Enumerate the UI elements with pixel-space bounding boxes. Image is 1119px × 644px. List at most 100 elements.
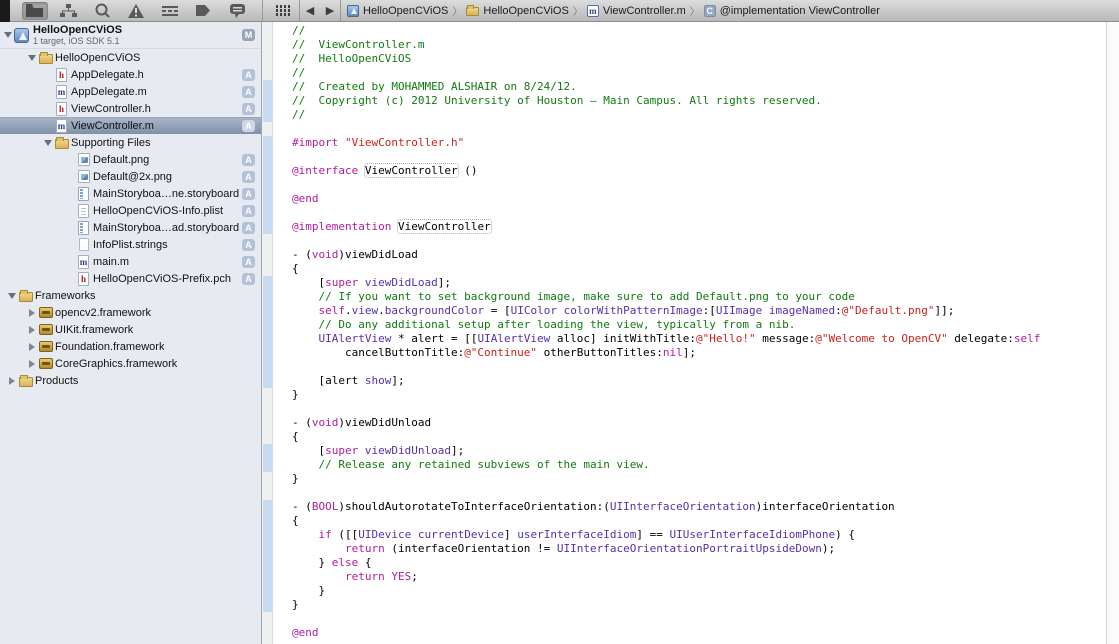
group-row[interactable]: Frameworks bbox=[0, 287, 261, 304]
disclosure-triangle[interactable] bbox=[26, 343, 37, 351]
code-line: if ([[UIDevice currentDevice] userInterf… bbox=[292, 528, 1106, 542]
file-row[interactable]: hAppDelegate.hA bbox=[0, 66, 261, 83]
breadcrumb-item[interactable]: HelloOpenCViOS bbox=[466, 5, 568, 17]
symbol-navigator-icon[interactable] bbox=[56, 2, 82, 20]
jump-bar: ◀ ▶ HelloOpenCViOS〉HelloOpenCViOS〉mViewC… bbox=[263, 0, 1119, 21]
source-editor[interactable]: // // ViewController.m// HelloOpenCViOS //… bbox=[262, 22, 1119, 644]
file-storyboard-icon bbox=[75, 187, 92, 201]
debug-navigator-icon[interactable] bbox=[157, 2, 183, 20]
file-label: HelloOpenCViOS-Prefix.pch bbox=[93, 273, 231, 285]
file-label: UIKit.framework bbox=[55, 324, 133, 336]
framework-icon bbox=[37, 324, 54, 335]
file-row[interactable]: hHelloOpenCViOS-Prefix.pchA bbox=[0, 270, 261, 287]
file-label: CoreGraphics.framework bbox=[55, 358, 177, 370]
breadcrumb-item[interactable]: HelloOpenCViOS bbox=[347, 5, 448, 17]
scm-status-badge: A bbox=[242, 222, 255, 234]
breakpoint-navigator-icon[interactable] bbox=[190, 2, 216, 20]
file-plist-icon bbox=[75, 204, 92, 218]
code-line: return YES; bbox=[292, 570, 1106, 584]
file-row[interactable]: hViewController.hA bbox=[0, 100, 261, 117]
file-label: InfoPlist.strings bbox=[93, 239, 168, 251]
issue-navigator-icon[interactable] bbox=[123, 2, 149, 20]
code-line: #import "ViewController.h" bbox=[292, 136, 1106, 150]
back-button[interactable]: ◀ bbox=[300, 2, 320, 20]
framework-icon bbox=[37, 307, 54, 318]
code-line: - (BOOL)shouldAutorotateToInterfaceOrien… bbox=[292, 500, 1106, 514]
project-navigator-icon[interactable] bbox=[22, 2, 48, 20]
project-row[interactable]: HelloOpenCViOS 1 target, iOS SDK 5.1 M bbox=[0, 22, 261, 49]
code-line: // bbox=[292, 66, 1106, 80]
file-png-icon bbox=[75, 170, 92, 183]
disclosure-triangle[interactable] bbox=[42, 140, 53, 146]
code-line: [alert show]; bbox=[292, 374, 1106, 388]
disclosure-triangle[interactable] bbox=[26, 360, 37, 368]
file-row[interactable]: mViewController.mA bbox=[0, 117, 261, 134]
file-h-icon: h bbox=[53, 68, 70, 82]
scm-status-badge: A bbox=[242, 154, 255, 166]
code-line: @end bbox=[292, 192, 1106, 206]
search-navigator-icon[interactable] bbox=[89, 2, 115, 20]
disclosure-triangle[interactable] bbox=[26, 55, 37, 61]
file-row[interactable]: mmain.mA bbox=[0, 253, 261, 270]
breadcrumb: HelloOpenCViOS〉HelloOpenCViOS〉mViewContr… bbox=[347, 3, 882, 18]
file-row[interactable]: Default.pngA bbox=[0, 151, 261, 168]
log-navigator-icon[interactable] bbox=[224, 2, 250, 20]
group-row[interactable]: Products bbox=[0, 372, 261, 389]
code-line: } bbox=[292, 584, 1106, 598]
forward-button[interactable]: ▶ bbox=[320, 2, 340, 20]
file-label: MainStoryboa…ad.storyboard bbox=[93, 222, 239, 234]
code-line: { bbox=[292, 514, 1106, 528]
related-items-icon[interactable] bbox=[270, 2, 296, 20]
scm-status-badge: A bbox=[242, 86, 255, 98]
file-storyboard-icon bbox=[75, 221, 92, 235]
navigator-selector-bar bbox=[10, 0, 262, 21]
file-row[interactable]: InfoPlist.stringsA bbox=[0, 236, 261, 253]
file-row[interactable]: Default@2x.pngA bbox=[0, 168, 261, 185]
window-edge-strip bbox=[0, 0, 10, 22]
code-line: // Copyright (c) 2012 University of Hous… bbox=[292, 94, 1106, 108]
file-label: main.m bbox=[93, 256, 129, 268]
file-row[interactable]: MainStoryboa…ad.storyboardA bbox=[0, 219, 261, 236]
file-m-icon: m bbox=[53, 119, 70, 133]
file-row[interactable]: HelloOpenCViOS-Info.plistA bbox=[0, 202, 261, 219]
disclosure-triangle[interactable] bbox=[26, 326, 37, 334]
code-line: // Do any additional setup after loading… bbox=[292, 318, 1106, 332]
code-line: // ViewController.m bbox=[292, 38, 1106, 52]
code-line bbox=[292, 612, 1106, 626]
scm-status-badge: A bbox=[242, 171, 255, 183]
breadcrumb-separator-icon: 〉 bbox=[452, 3, 462, 18]
code-line: { bbox=[292, 430, 1106, 444]
project-navigator: HelloOpenCViOS 1 target, iOS SDK 5.1 M H… bbox=[0, 22, 262, 644]
file-row[interactable]: MainStoryboa…ne.storyboardA bbox=[0, 185, 261, 202]
breadcrumb-label: HelloOpenCViOS bbox=[363, 5, 448, 17]
breadcrumb-label: HelloOpenCViOS bbox=[483, 5, 568, 17]
file-label: MainStoryboa…ne.storyboard bbox=[93, 188, 239, 200]
code-text[interactable]: // // ViewController.m// HelloOpenCViOS //… bbox=[274, 22, 1106, 644]
xcode-window: ◀ ▶ HelloOpenCViOS〉HelloOpenCViOS〉mViewC… bbox=[0, 0, 1119, 644]
file-row[interactable]: mAppDelegate.mA bbox=[0, 83, 261, 100]
file-m-icon: m bbox=[53, 85, 70, 99]
file-row[interactable]: UIKit.framework bbox=[0, 321, 261, 338]
file-label: ViewController.m bbox=[71, 120, 154, 132]
group-row[interactable]: Supporting Files bbox=[0, 134, 261, 151]
code-line: - (void)viewDidUnload bbox=[292, 416, 1106, 430]
file-m-icon: m bbox=[587, 5, 599, 17]
disclosure-triangle[interactable] bbox=[26, 309, 37, 317]
code-line: // If you want to set background image, … bbox=[292, 290, 1106, 304]
code-line: UIAlertView * alert = [[UIAlertView allo… bbox=[292, 332, 1106, 346]
code-line: // HelloOpenCViOS bbox=[292, 52, 1106, 66]
file-row[interactable]: CoreGraphics.framework bbox=[0, 355, 261, 372]
breadcrumb-item[interactable]: mViewController.m bbox=[587, 5, 686, 17]
group-row[interactable]: HelloOpenCViOS bbox=[0, 49, 261, 66]
disclosure-triangle[interactable] bbox=[6, 293, 17, 299]
file-row[interactable]: opencv2.framework bbox=[0, 304, 261, 321]
file-label: ViewController.h bbox=[71, 103, 151, 115]
file-h-icon: h bbox=[75, 272, 92, 286]
code-line: @implementation ViewController bbox=[292, 220, 1106, 234]
disclosure-triangle[interactable] bbox=[6, 377, 17, 385]
breadcrumb-item[interactable]: C@implementation ViewController bbox=[704, 5, 880, 17]
editor-scrollbar[interactable] bbox=[1106, 22, 1119, 644]
disclosure-triangle[interactable] bbox=[2, 32, 13, 38]
scm-status-badge: A bbox=[242, 188, 255, 200]
file-row[interactable]: Foundation.framework bbox=[0, 338, 261, 355]
